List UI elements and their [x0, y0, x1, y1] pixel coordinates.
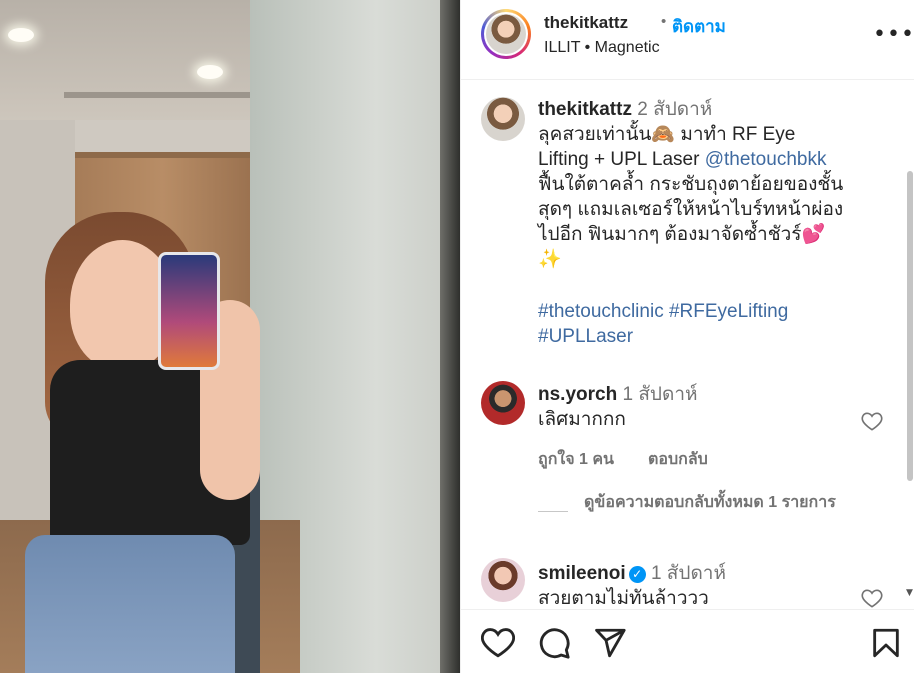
follow-button[interactable]: ติดตาม [672, 13, 726, 40]
comment-timestamp[interactable]: 1 สัปดาห์ [651, 563, 726, 584]
comment-username[interactable]: ns.yorch [538, 384, 617, 405]
caption-line-part: Lifting + UPL Laser [538, 149, 705, 170]
caption-timestamp[interactable]: 2 สัปดาห์ [637, 99, 712, 120]
view-replies-label[interactable]: ดูข้อความตอบกลับทั้งหมด 1 รายการ [584, 491, 844, 514]
comment-button[interactable] [537, 626, 571, 660]
comment-reply-button[interactable]: ตอบกลับ [648, 447, 708, 472]
caption-header: thekitkattz 2 สัปดาห์ [538, 97, 712, 122]
hashtags: #thetouchclinic #RFEyeLifting #UPLLaser [538, 299, 878, 349]
comments-section[interactable]: thekitkattz 2 สัปดาห์ ลุคสวยเท่านั้น🙈 มา… [461, 81, 914, 609]
comment-avatar[interactable] [481, 558, 525, 602]
share-icon [595, 628, 626, 658]
song-label[interactable]: ILLIT • Magnetic [544, 39, 660, 57]
phone [158, 252, 220, 370]
separator-dot: • [661, 13, 667, 30]
action-bar [461, 609, 914, 673]
scrollbar-thumb[interactable] [907, 171, 913, 481]
caption-line: ✨ [538, 249, 562, 270]
author-username[interactable]: thekitkattz [544, 13, 628, 33]
comment-username[interactable]: smileenoi [538, 563, 626, 584]
comment-text: สวยตามไม่ทันล้าววว [538, 588, 709, 609]
caption-avatar[interactable] [481, 97, 525, 141]
caption-line: ฟื้นใต้ตาคล้ำ กระชับถุงตาย้อยของชั้น [538, 174, 844, 195]
like-button[interactable] [481, 626, 515, 660]
share-button[interactable] [593, 626, 627, 660]
comment-text: เลิศมากกก [538, 409, 626, 430]
caption-line: ไปอีก ฟินมากๆ ต้องมาจัดซ้ำชัวร์💕 [538, 224, 826, 245]
comment-likes-count[interactable]: ถูกใจ 1 คน [538, 447, 614, 472]
caption-line: สุดๆ แถมเลเซอร์ให้หน้าไบร์ทหน้าผ่อง [538, 199, 844, 220]
comment-avatar[interactable] [481, 381, 525, 425]
comment-header: ns.yorch 1 สัปดาห์ [538, 382, 698, 407]
comment-like-heart-icon[interactable] [861, 588, 883, 608]
post-header: thekitkattz • ติดตาม ILLIT • Magnetic ••… [461, 0, 914, 80]
caption-line: ลุคสวยเท่านั้น🙈 มาทำ RF Eye [538, 124, 796, 145]
person-jeans [25, 535, 235, 673]
hashtag-line[interactable]: #thetouchclinic #RFEyeLifting [538, 299, 878, 324]
more-options-icon[interactable]: ••• [873, 22, 914, 47]
comment-icon [539, 628, 570, 659]
comment-timestamp[interactable]: 1 สัปดาห์ [622, 384, 697, 405]
avatar-image [486, 14, 526, 54]
heart-icon [481, 628, 515, 658]
post-panel: thekitkattz • ติดตาม ILLIT • Magnetic ••… [460, 0, 914, 673]
hashtag-line[interactable]: #UPLLaser [538, 324, 878, 349]
save-button[interactable] [869, 626, 903, 660]
mirror-edge [440, 0, 460, 673]
caption-line: Lifting + UPL Laser @thetouchbkk [538, 147, 898, 172]
caption-text: ลุคสวยเท่านั้น🙈 มาทำ RF Eye Lifting + UP… [538, 122, 898, 272]
avatar[interactable] [481, 9, 531, 59]
replies-divider [538, 511, 568, 512]
comment-like-heart-icon[interactable] [861, 411, 883, 431]
bookmark-icon [873, 628, 899, 658]
caption-username[interactable]: thekitkattz [538, 99, 632, 120]
ceiling-light [8, 28, 34, 42]
verified-badge-icon: ✓ [628, 566, 646, 583]
mention-link[interactable]: @thetouchbkk [705, 149, 827, 170]
comment-header: smileenoi ✓ 1 สัปดาห์ [538, 561, 726, 586]
scroll-down-arrow-icon[interactable]: ▼ [906, 588, 913, 598]
post-media[interactable] [0, 0, 460, 673]
ceiling-light [197, 65, 223, 79]
